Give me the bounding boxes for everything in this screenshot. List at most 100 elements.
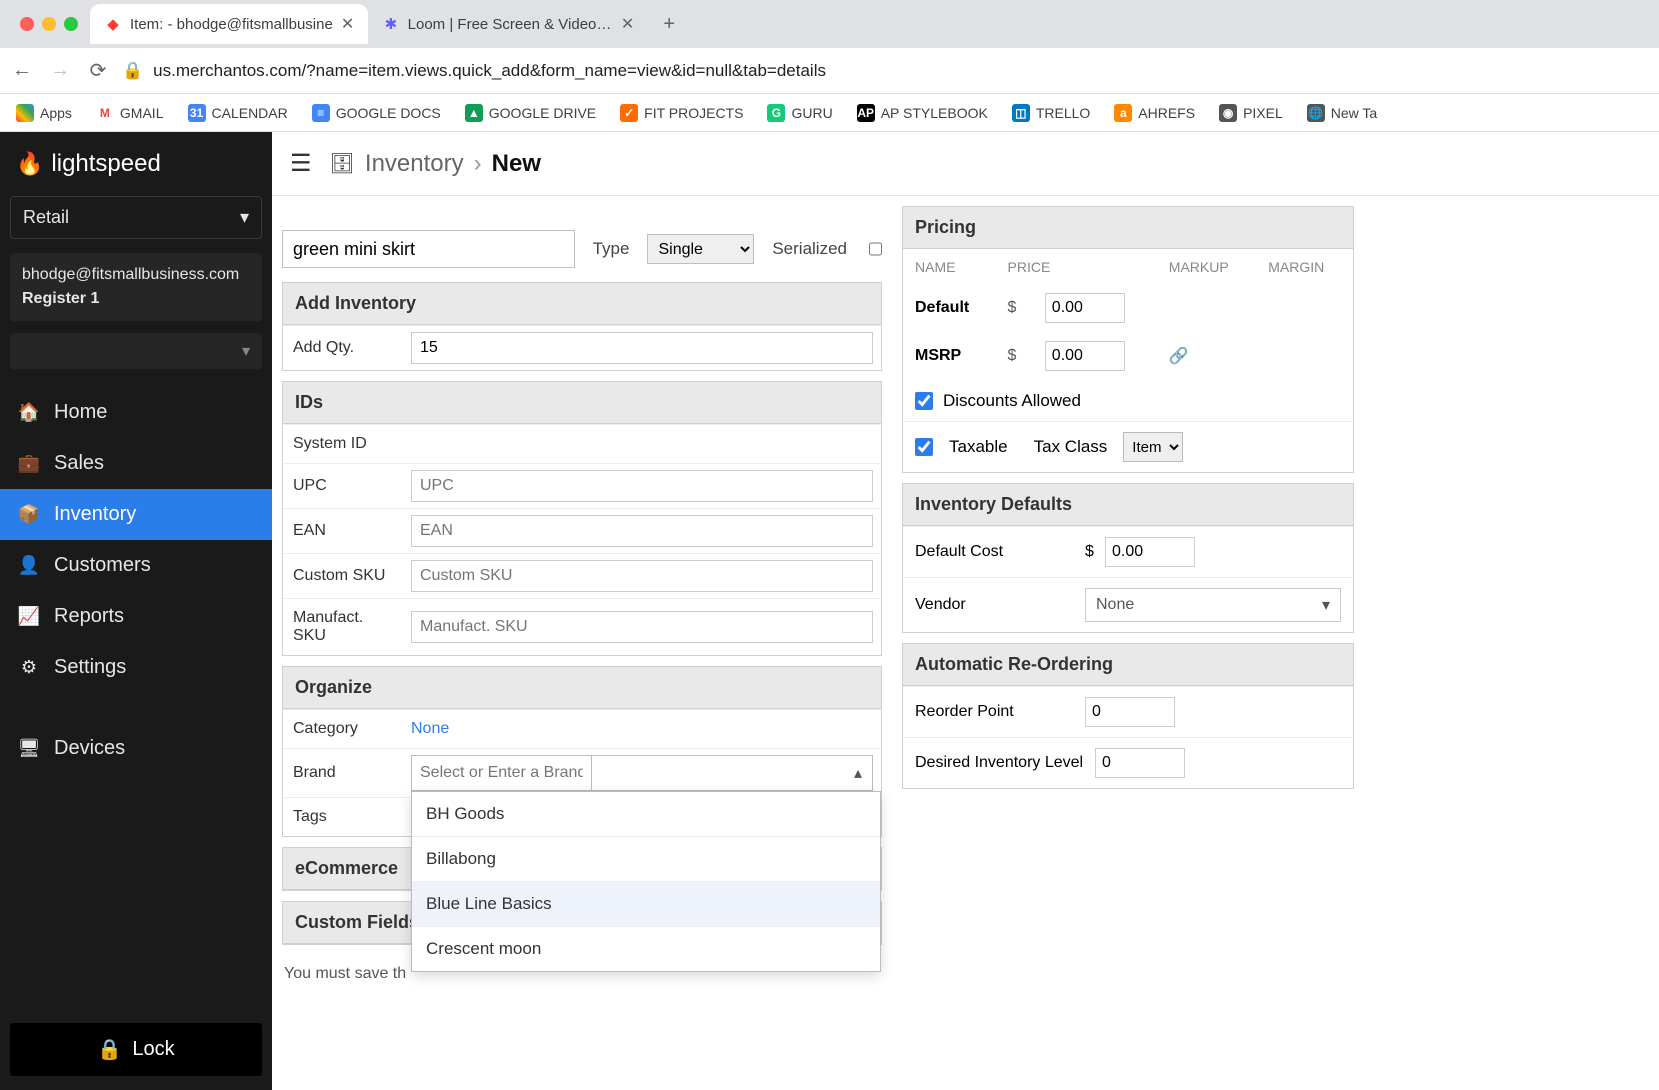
brand-option[interactable]: Billabong [412,837,880,882]
devices-icon: 🖥 [18,738,40,759]
bookmark-google-docs[interactable]: ≡GOOGLE DOCS [304,100,449,126]
user-box[interactable]: bhodge@fitsmallbusiness.com Register 1 [10,253,262,321]
sidebar: 🔥 lightspeed Retail ▾ bhodge@fitsmallbus… [0,132,272,1090]
maximize-window-icon[interactable] [64,17,78,31]
serialized-checkbox[interactable] [869,241,882,257]
price-input[interactable] [1045,293,1125,323]
inventory-defaults-panel: Inventory Defaults Default Cost $ Vendor… [902,483,1354,633]
sidebar-item-customers[interactable]: 👤Customers [0,540,272,591]
bookmark-guru[interactable]: GGURU [759,100,840,126]
browser-tab[interactable]: ✱ Loom | Free Screen & Video Re ✕ [368,4,648,44]
taxable-checkbox[interactable] [915,438,933,456]
price-name: MSRP [905,333,996,379]
brand-option[interactable]: BH Goods [412,792,880,837]
settings-icon: ⚙ [18,657,40,678]
add-qty-label: Add Qty. [283,329,403,367]
bookmark-newtab[interactable]: 🌐New Ta [1299,100,1385,126]
reload-button[interactable]: ⟳ [84,57,112,85]
sidebar-item-reports[interactable]: 📈 Reports [0,591,272,642]
serialized-label: Serialized [772,239,847,259]
address-bar[interactable]: 🔒 us.merchantos.com/?name=item.views.qui… [122,61,1651,81]
sidebar-item-home[interactable]: 🏠Home [0,387,272,438]
vendor-select[interactable]: None ▾ [1085,588,1341,622]
pricing-row-default: Default $ [905,285,1351,331]
category-value[interactable]: None [403,710,881,748]
flame-icon: 🔥 [16,151,43,177]
sidebar-item-label: Inventory [54,503,136,526]
window-controls [8,17,90,31]
brand-option[interactable]: Blue Line Basics [412,882,880,927]
brand-option[interactable]: Crescent moon [412,927,880,971]
panel-title: Pricing [903,207,1353,249]
back-button[interactable]: ← [8,57,36,85]
minimize-window-icon[interactable] [42,17,56,31]
brand-input[interactable] [412,756,592,790]
custom-sku-input[interactable] [411,560,873,592]
brand-combobox[interactable]: ▴ BH Goods Billabong Blue Line Basics Cr… [403,749,881,797]
browser-tab-active[interactable]: ◆ Item: - bhodge@fitsmallbusine ✕ [90,4,368,44]
bookmark-apps[interactable]: Apps [8,100,80,126]
upc-input[interactable] [411,470,873,502]
new-tab-button[interactable]: + [654,9,684,39]
price-input[interactable] [1045,341,1125,371]
bookmark-pixel[interactable]: ◉PIXEL [1211,100,1291,126]
panel-title: Automatic Re-Ordering [903,644,1353,686]
lock-icon: 🔒 [122,61,143,81]
discounts-checkbox[interactable] [915,392,933,410]
system-id-value [403,438,881,450]
ids-panel: IDs System ID UPC EAN [282,381,882,656]
bookmark-gmail[interactable]: MGMAIL [88,100,172,126]
sidebar-item-inventory[interactable]: 📦Inventory [0,489,272,540]
type-select[interactable]: Single [647,234,754,264]
close-tab-icon[interactable]: ✕ [341,14,354,34]
logo: 🔥 lightspeed [0,132,272,196]
reorder-point-input[interactable] [1085,697,1175,727]
vendor-value: None [1096,596,1134,614]
sales-icon: 💼 [18,453,40,474]
panel-title: Organize [283,667,881,709]
forward-button[interactable]: → [46,57,74,85]
desired-level-input[interactable] [1095,748,1185,778]
category-label: Category [283,710,403,748]
bookmark-google-drive[interactable]: ▲GOOGLE DRIVE [457,100,604,126]
sidebar-item-sales[interactable]: 💼Sales [0,438,272,489]
sidebar-item-label: Reports [54,605,124,628]
sidebar-item-settings[interactable]: ⚙Settings [0,642,272,693]
lock-label: Lock [132,1038,174,1061]
breadcrumb-section[interactable]: Inventory [365,150,464,178]
default-cost-label: Default Cost [915,543,1085,561]
sidebar-item-devices[interactable]: 🖥Devices [0,723,272,774]
bookmark-calendar[interactable]: 31CALENDAR [180,100,296,126]
tab-title: Item: - bhodge@fitsmallbusine [130,16,333,33]
tax-class-select[interactable]: Item [1123,432,1183,462]
add-qty-input[interactable] [411,332,873,364]
manuf-sku-input[interactable] [411,611,873,643]
bookmark-trello[interactable]: ◫TRELLO [1004,100,1098,126]
menu-icon[interactable]: ☰ [290,149,312,178]
close-tab-icon[interactable]: ✕ [621,14,634,34]
breadcrumb: 🗄 Inventory › New [330,150,541,178]
ean-input[interactable] [411,515,873,547]
bookmark-ahrefs[interactable]: aAHREFS [1106,100,1203,126]
caret-up-icon[interactable]: ▴ [844,763,872,783]
item-header-row: Type Single Serialized [282,230,882,268]
store-switcher[interactable]: Retail ▾ [10,196,262,239]
register-dropdown[interactable]: ▾ [10,333,262,369]
form-column: Type Single Serialized Add Inventory Add… [282,206,882,993]
item-name-input[interactable] [282,230,575,268]
sidebar-item-label: Home [54,401,107,424]
reports-icon: 📈 [18,606,40,627]
default-cost-input[interactable] [1105,537,1195,567]
loom-favicon-icon: ✱ [382,15,399,33]
lock-button[interactable]: 🔒 Lock [10,1023,262,1076]
link-icon[interactable]: 🔗 [1169,348,1189,365]
discounts-label: Discounts Allowed [943,391,1081,411]
col-margin: MARGIN [1258,251,1351,283]
bookmark-ap-stylebook[interactable]: APAP STYLEBOOK [849,100,996,126]
tax-class-label: Tax Class [1034,437,1108,457]
brand-dropdown: BH Goods Billabong Blue Line Basics Cres… [411,791,881,972]
manuf-sku-label: Manufact. SKU [283,599,403,655]
bookmark-fit-projects[interactable]: ✓FIT PROJECTS [612,100,751,126]
close-window-icon[interactable] [20,17,34,31]
archive-icon: 🗄 [330,151,355,176]
